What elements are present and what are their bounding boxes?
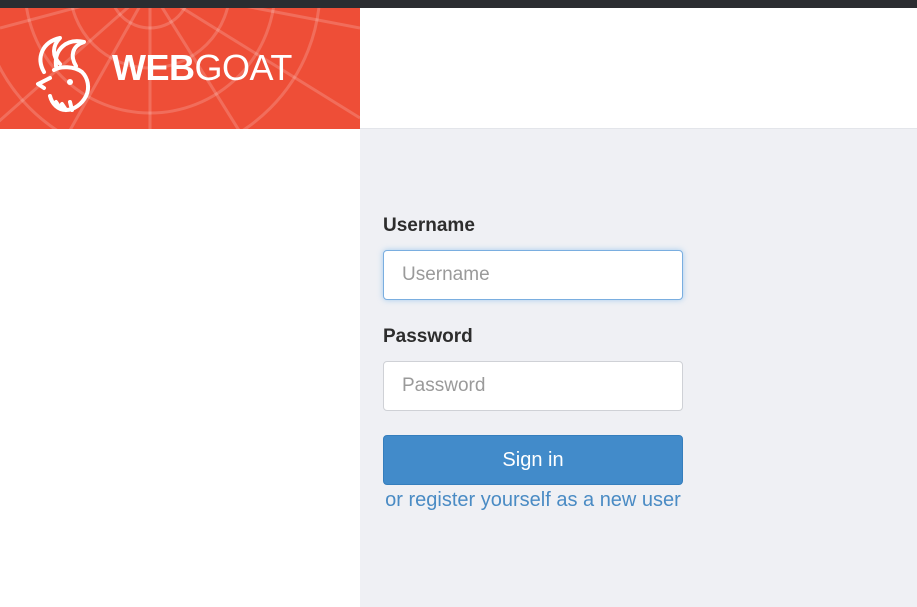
register-link[interactable]: or register yourself as a new user: [383, 485, 683, 515]
goat-icon: [36, 36, 91, 112]
brand-wordmark: WEBGOAT: [112, 48, 292, 88]
password-label: Password: [383, 326, 473, 347]
logo-banner[interactable]: WEBGOAT: [0, 8, 360, 129]
main-content: Username Password Sign in or register yo…: [360, 129, 917, 607]
browser-top-bar: [0, 0, 917, 8]
brand-bold-text: WEB: [112, 47, 195, 88]
page-header: [360, 8, 917, 129]
brand-light-text: GOAT: [194, 47, 293, 88]
username-label: Username: [383, 215, 475, 236]
username-input[interactable]: [383, 250, 683, 300]
sign-in-button[interactable]: Sign in: [383, 435, 683, 485]
password-input[interactable]: [383, 361, 683, 411]
sidebar: [0, 129, 360, 607]
